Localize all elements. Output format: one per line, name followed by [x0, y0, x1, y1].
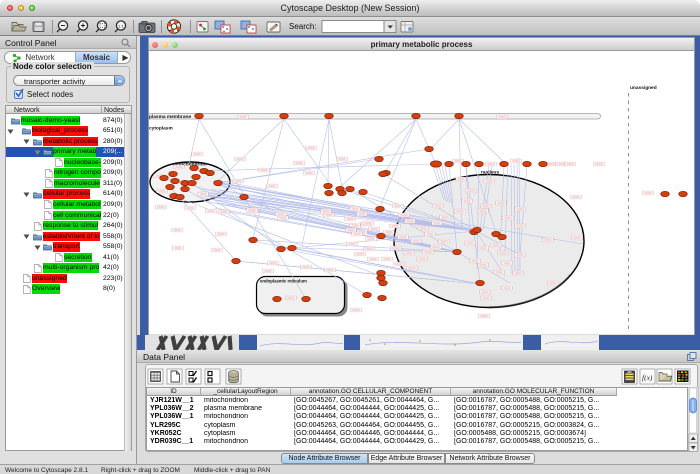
- svg-text:cytoplasm: cytoplasm: [149, 126, 173, 132]
- svg-text:unassigned: unassigned: [630, 85, 657, 91]
- svg-text:1:1: 1:1: [118, 24, 124, 29]
- svg-text:nucleus: nucleus: [481, 170, 499, 176]
- svg-text:plasma membrane: plasma membrane: [149, 114, 191, 120]
- svg-text:f(x): f(x): [642, 373, 653, 382]
- svg-text:Search:: Search:: [289, 22, 317, 31]
- svg-text:endoplasmic reticulum: endoplasmic reticulum: [260, 279, 307, 284]
